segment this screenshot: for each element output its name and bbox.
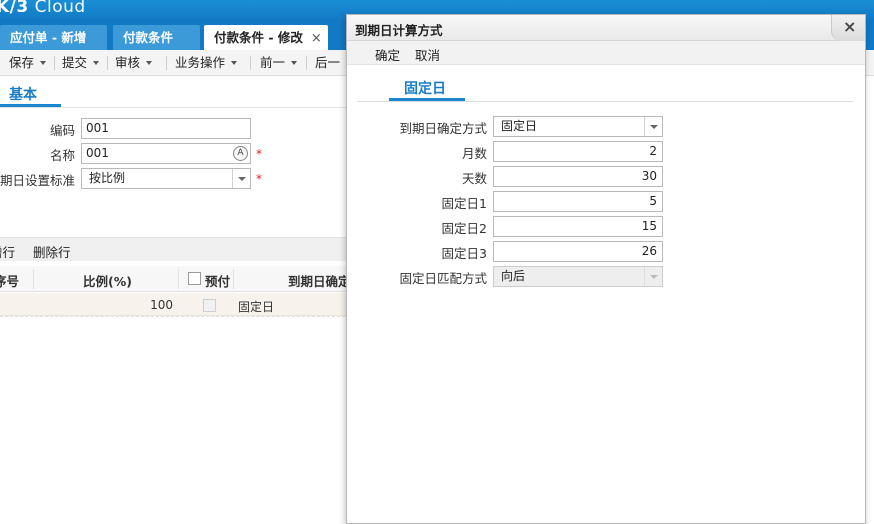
name-value: 001 <box>86 146 109 160</box>
method-select[interactable]: 固定日 <box>493 116 663 137</box>
section-tab-basic[interactable]: 基本 <box>9 84 37 104</box>
divider <box>0 316 350 317</box>
column-divider <box>233 269 234 289</box>
next-label: 后一 <box>315 55 341 70</box>
name-label: 名称 <box>49 148 75 163</box>
grid-header: 序号 比例(%) 预付 到期日确定 <box>0 266 351 292</box>
fixed-day-1-field[interactable]: 5 <box>493 191 663 212</box>
due-standard-select[interactable]: 按比例 <box>81 168 251 189</box>
confirm-button[interactable]: 确定 <box>375 45 400 64</box>
dialog-toolbar: 确定 取消 <box>347 41 865 65</box>
table-row[interactable]: 100 固定日 <box>0 293 350 316</box>
tab-label: 付款条件 <box>123 30 174 45</box>
due-standard-label: 到期日设置标准 <box>0 173 75 188</box>
due-date-dialog: 到期日计算方式 × 确定 取消 固定日 到期日确定方式 固定日 月数 2 天数 … <box>346 14 866 524</box>
chevron-down-icon <box>40 61 47 65</box>
language-icon[interactable]: A <box>233 146 248 161</box>
name-field[interactable]: 001 <box>81 143 251 164</box>
business-ops-button[interactable]: 业务操作 <box>175 54 238 72</box>
submit-label: 提交 <box>62 55 88 70</box>
previous-label: 前一 <box>260 55 286 70</box>
toolbar-divider <box>166 56 167 70</box>
column-seq: 序号 <box>0 274 19 289</box>
submit-button[interactable]: 提交 <box>62 54 100 72</box>
dialog-titlebar[interactable]: 到期日计算方式 × <box>347 15 865 41</box>
chevron-down-icon <box>146 61 153 65</box>
fixed-day-2-field[interactable]: 15 <box>493 216 663 237</box>
grid-toolbar: 增行 删除行 <box>0 237 350 261</box>
column-prepay: 预付 <box>205 274 231 289</box>
due-standard-value: 按比例 <box>89 171 126 185</box>
toolbar-divider <box>250 56 251 70</box>
tab-payment-terms[interactable]: 付款条件 <box>113 25 200 50</box>
tab-label: 应付单 - 新增 <box>10 30 87 45</box>
days-label: 天数 <box>461 171 487 186</box>
previous-button[interactable]: 前一 <box>260 54 298 72</box>
required-mark: * <box>256 147 262 161</box>
code-label: 编码 <box>49 123 75 138</box>
next-button[interactable]: 后一 <box>315 54 340 72</box>
match-method-select[interactable]: 向后 <box>493 266 663 287</box>
cancel-button[interactable]: 取消 <box>415 45 440 64</box>
chevron-down-icon <box>644 267 662 286</box>
close-icon[interactable]: × <box>311 31 322 46</box>
business-ops-label: 业务操作 <box>175 55 226 70</box>
toolbar-divider <box>306 56 307 70</box>
prepay-checkbox[interactable] <box>203 299 216 312</box>
method-value: 固定日 <box>501 119 538 133</box>
fixed-day-3-label: 固定日3 <box>441 246 487 261</box>
chevron-down-icon[interactable] <box>232 169 250 188</box>
toolbar-divider <box>107 56 108 70</box>
match-method-label: 固定日匹配方式 <box>399 271 487 286</box>
tab-payable-new[interactable]: 应付单 - 新增 <box>0 25 107 50</box>
chevron-down-icon <box>231 61 238 65</box>
column-divider <box>33 269 34 289</box>
audit-label: 审核 <box>115 55 141 70</box>
column-ratio: 比例(%) <box>83 274 132 289</box>
delete-row-button[interactable]: 删除行 <box>33 242 71 261</box>
fixed-day-1-label: 固定日1 <box>441 196 487 211</box>
dialog-title: 到期日计算方式 <box>355 23 443 38</box>
days-field[interactable]: 30 <box>493 166 663 187</box>
cell-ratio[interactable]: 100 <box>150 298 173 312</box>
audit-button[interactable]: 审核 <box>115 54 153 72</box>
app-logo: K/3 Cloud <box>0 0 86 17</box>
cell-due-method[interactable]: 固定日 <box>238 298 274 315</box>
fixed-day-3-field[interactable]: 26 <box>493 241 663 262</box>
tab-label: 付款条件 - 修改 <box>214 30 303 45</box>
select-all-checkbox[interactable] <box>188 272 201 285</box>
chevron-down-icon <box>93 61 100 65</box>
divider <box>357 101 853 102</box>
fixed-day-2-label: 固定日2 <box>441 221 487 236</box>
logo-mark: K/3 <box>0 0 29 17</box>
code-field[interactable]: 001 <box>81 118 251 139</box>
close-icon: × <box>843 17 857 36</box>
toolbar-divider <box>54 56 55 70</box>
column-divider <box>178 269 179 289</box>
add-row-button[interactable]: 增行 <box>0 242 15 261</box>
chevron-down-icon[interactable] <box>644 117 662 136</box>
divider <box>0 107 350 108</box>
chevron-down-icon <box>291 61 298 65</box>
months-label: 月数 <box>461 146 487 161</box>
match-method-value: 向后 <box>501 269 526 283</box>
dialog-close-button[interactable]: × <box>831 15 865 41</box>
section-tab-fixed-day[interactable]: 固定日 <box>404 78 446 98</box>
logo-suffix: Cloud <box>34 0 86 17</box>
save-button[interactable]: 保存 <box>9 54 47 72</box>
column-due-method: 到期日确定 <box>288 274 351 289</box>
required-mark: * <box>256 172 262 186</box>
tab-payment-terms-edit[interactable]: 付款条件 - 修改 × <box>204 25 328 50</box>
save-label: 保存 <box>9 55 35 70</box>
method-label: 到期日确定方式 <box>399 121 487 136</box>
months-field[interactable]: 2 <box>493 141 663 162</box>
